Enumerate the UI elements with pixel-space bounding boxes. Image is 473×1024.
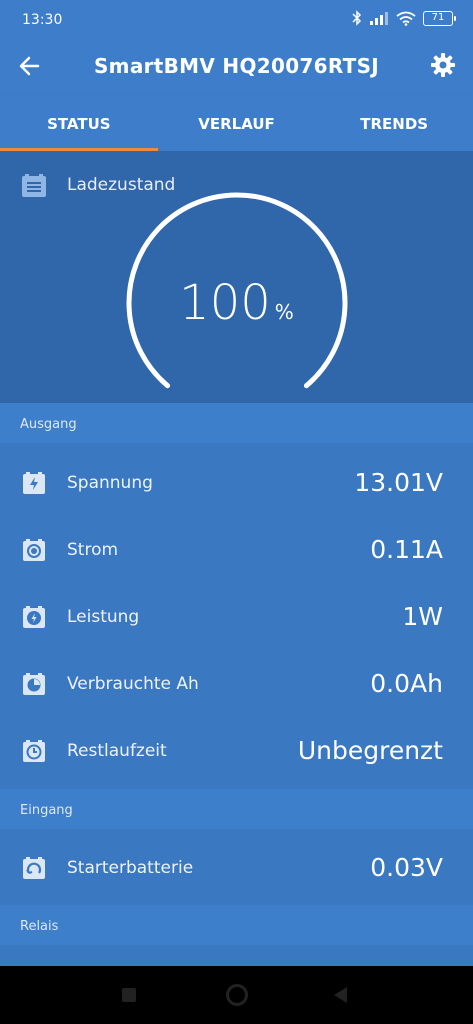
label-verbrauchte-ah: Verbrauchte Ah bbox=[67, 673, 199, 694]
section-header-input: Eingang bbox=[0, 789, 473, 829]
row-strom[interactable]: Strom 0.11A bbox=[0, 516, 473, 583]
row-leistung[interactable]: Leistung 1W bbox=[0, 583, 473, 650]
row-verbrauchte-ah[interactable]: Verbrauchte Ah 0.0Ah bbox=[0, 650, 473, 717]
navigation-bar bbox=[0, 966, 473, 1024]
tab-status[interactable]: STATUS bbox=[0, 95, 158, 151]
value-restlaufzeit: Unbegrenzt bbox=[297, 736, 443, 765]
back-button[interactable] bbox=[334, 987, 347, 1003]
system-icons: 71 bbox=[352, 10, 456, 26]
row-restlaufzeit[interactable]: Restlaufzeit Unbegrenzt bbox=[0, 717, 473, 784]
value-leistung: 1W bbox=[402, 602, 443, 631]
soc-number: 100 bbox=[179, 275, 271, 331]
value-spannung: 13.01V bbox=[354, 468, 443, 497]
power-icon bbox=[23, 606, 45, 628]
lightning-icon bbox=[23, 472, 45, 494]
soc-unit: % bbox=[274, 300, 294, 324]
soc-value: 100% bbox=[0, 275, 473, 331]
bluetooth-icon bbox=[352, 10, 362, 26]
value-verbrauchte-ah: 0.0Ah bbox=[370, 669, 443, 698]
label-spannung: Spannung bbox=[67, 472, 153, 493]
current-icon bbox=[23, 539, 45, 561]
row-starterbatterie[interactable]: Starterbatterie 0.03V bbox=[0, 834, 473, 901]
label-strom: Strom bbox=[67, 539, 119, 560]
section-header-output: Ausgang bbox=[0, 403, 473, 443]
section-header-relay: Relais bbox=[0, 905, 473, 945]
relay-group bbox=[0, 945, 473, 966]
battery-icon: 71 bbox=[423, 10, 456, 26]
home-button[interactable] bbox=[226, 984, 248, 1006]
page-title: SmartBMV HQ20076RTSJ bbox=[93, 54, 380, 78]
gear-icon[interactable] bbox=[429, 51, 457, 79]
status-bar: 13:30 71 bbox=[0, 0, 473, 40]
label-starterbatterie: Starterbatterie bbox=[67, 857, 194, 878]
value-strom: 0.11A bbox=[370, 535, 443, 564]
status-time: 13:30 bbox=[22, 12, 63, 28]
state-of-charge-card: Ladezustand 100% bbox=[0, 151, 473, 403]
signal-icon bbox=[370, 12, 388, 25]
starter-battery-icon bbox=[23, 857, 45, 879]
tab-verlauf[interactable]: VERLAUF bbox=[158, 95, 316, 151]
recents-button[interactable] bbox=[122, 988, 136, 1002]
wifi-icon bbox=[396, 11, 416, 26]
consumed-icon bbox=[23, 673, 45, 695]
clock-icon bbox=[23, 740, 45, 762]
app-bar: SmartBMV HQ20076RTSJ bbox=[0, 40, 473, 95]
label-restlaufzeit: Restlaufzeit bbox=[67, 740, 167, 761]
output-group: Spannung 13.01V Strom 0.11A Leistung 1W … bbox=[0, 443, 473, 789]
row-spannung[interactable]: Spannung 13.01V bbox=[0, 449, 473, 516]
tab-bar: STATUS VERLAUF TRENDS bbox=[0, 95, 473, 151]
value-starterbatterie: 0.03V bbox=[370, 853, 443, 882]
label-leistung: Leistung bbox=[67, 606, 140, 627]
tab-trends[interactable]: TRENDS bbox=[315, 95, 473, 151]
input-group: Starterbatterie 0.03V bbox=[0, 829, 473, 905]
